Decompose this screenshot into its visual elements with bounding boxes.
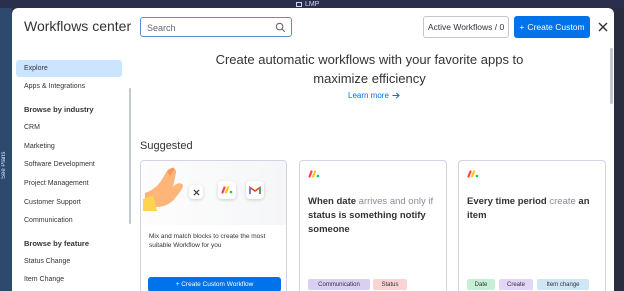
- sidebar-item-customer-support[interactable]: Customer Support: [16, 194, 122, 211]
- custom-workflow-card[interactable]: Mix and match blocks to create the most …: [140, 160, 287, 291]
- search-box[interactable]: [140, 17, 292, 37]
- card-description: Mix and match blocks to create the most …: [149, 233, 266, 249]
- workflows-center-modal: Workflows center Active Workflows / 0 + …: [12, 8, 614, 291]
- monday-logo-icon: [467, 170, 479, 178]
- sidebar-item-item-change[interactable]: Item Change: [16, 271, 122, 288]
- hand-illustration: [143, 167, 183, 211]
- gmail-logo-icon: [246, 181, 264, 199]
- sidebar-item-software-development[interactable]: Software Development: [16, 156, 122, 173]
- industry-heading: Browse by industry: [24, 105, 94, 114]
- active-workflows-button[interactable]: Active Workflows / 0: [423, 16, 509, 38]
- template-title: When date arrives and only if status is …: [308, 195, 442, 237]
- tag-communication: Communication: [308, 279, 370, 290]
- close-button[interactable]: [595, 19, 611, 35]
- main-content: Create automatic workflows with your fav…: [132, 46, 614, 291]
- tag-status: Status: [373, 279, 407, 290]
- monday-logo-icon: [308, 170, 320, 178]
- learn-more-link[interactable]: Learn more: [348, 91, 400, 100]
- window-title: LMP: [296, 0, 319, 8]
- suggested-heading: Suggested: [140, 140, 193, 152]
- sidebar-item-crm[interactable]: CRM: [16, 119, 122, 136]
- window-title-text: LMP: [305, 0, 320, 8]
- hero-title-line2: maximize efficiency: [313, 71, 426, 86]
- hero-title-line1: Create automatic workflows with your fav…: [215, 52, 524, 67]
- arrow-right-icon: [392, 92, 400, 99]
- modal-title: Workflows center: [24, 18, 132, 34]
- search-icon: [275, 22, 286, 33]
- close-icon: [598, 22, 608, 32]
- feature-heading: Browse by feature: [24, 239, 90, 248]
- tag-create: Create: [499, 279, 533, 290]
- sidebar-item-explore[interactable]: Explore: [16, 60, 122, 77]
- create-custom-label: Create Custom: [527, 22, 585, 32]
- title-part: arrives and only if: [356, 196, 434, 207]
- see-plans-tab[interactable]: See Plans: [1, 135, 11, 195]
- sidebar-scrollbar[interactable]: [129, 88, 131, 224]
- search-input[interactable]: [147, 21, 267, 34]
- monday-logo-icon: [218, 181, 236, 199]
- title-part: When date: [308, 196, 357, 207]
- sidebar-item-status-change[interactable]: Status Change: [16, 253, 122, 270]
- sidebar-item-marketing[interactable]: Marketing: [16, 138, 122, 155]
- template-card-time-period[interactable]: Every time period create an item Date Cr…: [458, 160, 606, 291]
- create-custom-button[interactable]: + Create Custom: [514, 16, 590, 38]
- tag-date: Date: [467, 279, 495, 290]
- template-card-date-status[interactable]: When date arrives and only if status is …: [299, 160, 447, 291]
- sidebar-item-apps-integrations[interactable]: Apps & Integrations: [16, 78, 122, 95]
- main-scrollbar[interactable]: [610, 48, 613, 104]
- learn-more-label: Learn more: [348, 91, 389, 100]
- plus-icon: +: [519, 22, 525, 32]
- sidebar: Explore Apps & Integrations Browse by in…: [12, 46, 132, 291]
- integration-illustration: [141, 161, 286, 225]
- title-part: status is something notify someone: [308, 210, 426, 235]
- sidebar-item-project-management[interactable]: Project Management: [16, 175, 122, 192]
- title-part: create: [546, 196, 579, 207]
- sidebar-item-communication[interactable]: Communication: [16, 212, 122, 229]
- modal-header: Workflows center Active Workflows / 0 + …: [12, 8, 614, 46]
- close-tile-icon: [189, 185, 203, 199]
- template-title: Every time period create an item: [467, 195, 601, 223]
- window-icon: [296, 1, 302, 7]
- title-part: Every time period: [467, 196, 547, 207]
- create-custom-workflow-button[interactable]: + Create Custom Workflow: [148, 277, 281, 291]
- right-app-strip: [614, 8, 624, 291]
- tag-item-change: Item change: [537, 279, 589, 290]
